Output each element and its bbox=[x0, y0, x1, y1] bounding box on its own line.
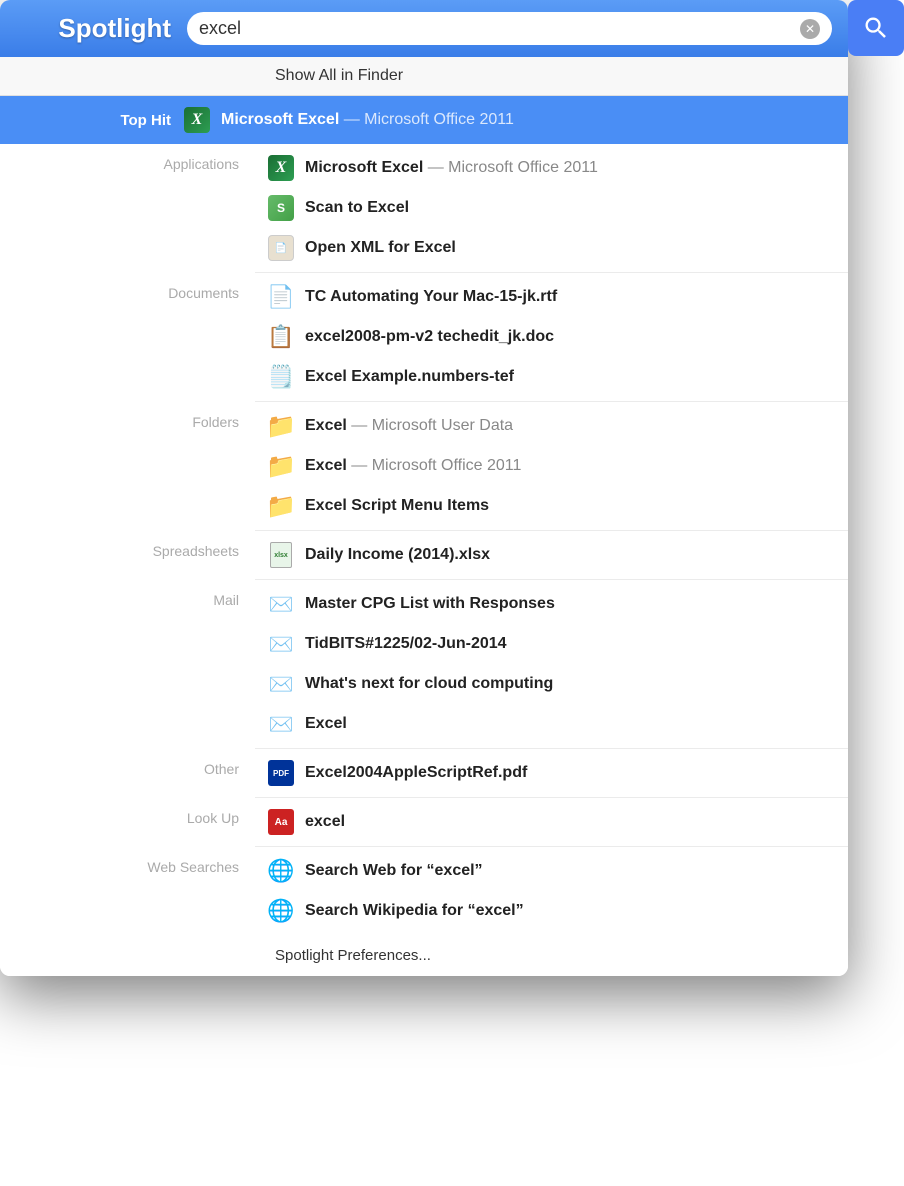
section-mail: Mail ✉️ Master CPG List with Responses ✉… bbox=[0, 580, 848, 749]
top-hit-row[interactable]: Top Hit X Microsoft Excel — Microsoft Of… bbox=[0, 96, 848, 144]
list-item[interactable]: 📁 Excel — Microsoft User Data bbox=[255, 406, 848, 446]
list-item[interactable]: Aa excel bbox=[255, 802, 848, 842]
xlsx-file-icon: xlsx bbox=[267, 541, 295, 569]
clear-button[interactable]: ✕ bbox=[800, 19, 820, 39]
results-area: Applications X Microsoft Excel — Microso… bbox=[0, 144, 848, 976]
folder-icon: 📁 bbox=[267, 412, 295, 440]
list-item[interactable]: S Scan to Excel bbox=[255, 188, 848, 228]
top-hit-text: Microsoft Excel — Microsoft Office 2011 bbox=[221, 111, 514, 129]
section-label-lookup: Look Up bbox=[0, 798, 255, 836]
result-text: Excel — Microsoft User Data bbox=[305, 417, 513, 435]
spotlight-header: Spotlight ✕ bbox=[0, 0, 848, 57]
list-item[interactable]: 🌐 Search Wikipedia for “excel” bbox=[255, 891, 848, 931]
web-globe-icon: 🌐 bbox=[267, 897, 295, 925]
list-item[interactable]: ✉️ Excel bbox=[255, 704, 848, 744]
scan-excel-icon: S bbox=[267, 194, 295, 222]
result-text: Excel — Microsoft Office 2011 bbox=[305, 457, 521, 475]
section-label-other: Other bbox=[0, 749, 255, 787]
list-item[interactable]: ✉️ TidBITS#1225/02-Jun-2014 bbox=[255, 624, 848, 664]
list-item[interactable]: ✉️ Master CPG List with Responses bbox=[255, 584, 848, 624]
result-text: Excel Example.numbers-tef bbox=[305, 368, 514, 386]
section-documents: Documents 📄 TC Automating Your Mac-15-jk… bbox=[0, 273, 848, 402]
section-spreadsheets: Spreadsheets xlsx Daily Income (2014).xl… bbox=[0, 531, 848, 580]
section-items-mail: ✉️ Master CPG List with Responses ✉️ Tid… bbox=[255, 580, 848, 749]
doc-file-icon: 📋 bbox=[267, 323, 295, 351]
result-text: Daily Income (2014).xlsx bbox=[305, 546, 490, 564]
list-item[interactable]: 📄 TC Automating Your Mac-15-jk.rtf bbox=[255, 277, 848, 317]
list-item[interactable]: 📋 excel2008-pm-v2 techedit_jk.doc bbox=[255, 317, 848, 357]
top-hit-icon: X bbox=[183, 106, 211, 134]
mail-icon: ✉️ bbox=[267, 710, 295, 738]
result-text: excel bbox=[305, 813, 345, 831]
list-item[interactable]: 📁 Excel — Microsoft Office 2011 bbox=[255, 446, 848, 486]
section-items-applications: X Microsoft Excel — Microsoft Office 201… bbox=[255, 144, 848, 273]
pdf-icon: PDF bbox=[267, 759, 295, 787]
result-text: Scan to Excel bbox=[305, 199, 409, 217]
open-xml-icon: 📄 bbox=[267, 234, 295, 262]
section-folders: Folders 📁 Excel — Microsoft User Data 📁 … bbox=[0, 402, 848, 531]
section-label-documents: Documents bbox=[0, 273, 255, 311]
list-item[interactable]: 🌐 Search Web for “excel” bbox=[255, 851, 848, 891]
folder-icon: 📁 bbox=[267, 452, 295, 480]
result-text: Excel Script Menu Items bbox=[305, 497, 489, 515]
result-text: Excel bbox=[305, 715, 347, 733]
section-items-folders: 📁 Excel — Microsoft User Data 📁 Excel — … bbox=[255, 402, 848, 531]
section-items-documents: 📄 TC Automating Your Mac-15-jk.rtf 📋 exc… bbox=[255, 273, 848, 402]
top-hit-content: X Microsoft Excel — Microsoft Office 201… bbox=[183, 106, 832, 134]
mail-icon: ✉️ bbox=[267, 590, 295, 618]
search-input[interactable] bbox=[199, 18, 792, 39]
list-item[interactable]: ✉️ What's next for cloud computing bbox=[255, 664, 848, 704]
section-items-web-searches: 🌐 Search Web for “excel” 🌐 Search Wikipe… bbox=[255, 847, 848, 935]
list-item[interactable]: 🗒️ Excel Example.numbers-tef bbox=[255, 357, 848, 397]
magnifying-glass-icon bbox=[862, 14, 890, 42]
section-lookup: Look Up Aa excel bbox=[0, 798, 848, 847]
mail-icon: ✉️ bbox=[267, 670, 295, 698]
section-other: Other PDF Excel2004AppleScriptRef.pdf bbox=[0, 749, 848, 798]
result-text: excel2008-pm-v2 techedit_jk.doc bbox=[305, 328, 554, 346]
section-label-folders: Folders bbox=[0, 402, 255, 440]
numbers-file-icon: 🗒️ bbox=[267, 363, 295, 391]
dictionary-icon: Aa bbox=[267, 808, 295, 836]
rtf-doc-icon: 📄 bbox=[267, 283, 295, 311]
result-text: Excel2004AppleScriptRef.pdf bbox=[305, 764, 527, 782]
list-item[interactable]: 📁 Excel Script Menu Items bbox=[255, 486, 848, 526]
section-items-spreadsheets: xlsx Daily Income (2014).xlsx bbox=[255, 531, 848, 580]
list-item[interactable]: 📄 Open XML for Excel bbox=[255, 228, 848, 268]
list-item[interactable]: X Microsoft Excel — Microsoft Office 201… bbox=[255, 148, 848, 188]
result-text: Open XML for Excel bbox=[305, 239, 456, 257]
result-text: What's next for cloud computing bbox=[305, 675, 553, 693]
web-globe-icon: 🌐 bbox=[267, 857, 295, 885]
spotlight-panel: Spotlight ✕ Show All in Finder Top Hit X… bbox=[0, 0, 848, 976]
excel-app-icon: X bbox=[267, 154, 295, 182]
section-web-searches: Web Searches 🌐 Search Web for “excel” 🌐 … bbox=[0, 847, 848, 935]
show-all-finder[interactable]: Show All in Finder bbox=[0, 57, 848, 96]
section-label-web-searches: Web Searches bbox=[0, 847, 255, 885]
list-item[interactable]: PDF Excel2004AppleScriptRef.pdf bbox=[255, 753, 848, 793]
result-text: TidBITS#1225/02-Jun-2014 bbox=[305, 635, 507, 653]
corner-search-icon bbox=[848, 0, 904, 56]
list-item[interactable]: xlsx Daily Income (2014).xlsx bbox=[255, 535, 848, 575]
section-items-other: PDF Excel2004AppleScriptRef.pdf bbox=[255, 749, 848, 798]
result-text: Microsoft Excel — Microsoft Office 2011 bbox=[305, 159, 598, 177]
section-label-applications: Applications bbox=[0, 144, 255, 182]
section-items-lookup: Aa excel bbox=[255, 798, 848, 847]
folder-icon: 📁 bbox=[267, 492, 295, 520]
result-text: Search Wikipedia for “excel” bbox=[305, 902, 524, 920]
mail-icon: ✉️ bbox=[267, 630, 295, 658]
section-applications: Applications X Microsoft Excel — Microso… bbox=[0, 144, 848, 273]
spotlight-title: Spotlight bbox=[16, 13, 171, 44]
result-text: Master CPG List with Responses bbox=[305, 595, 555, 613]
top-hit-label: Top Hit bbox=[16, 112, 171, 129]
search-input-wrapper: ✕ bbox=[187, 12, 832, 45]
result-text: Search Web for “excel” bbox=[305, 862, 483, 880]
spotlight-preferences[interactable]: Spotlight Preferences... bbox=[0, 935, 848, 976]
section-label-mail: Mail bbox=[0, 580, 255, 618]
result-text: TC Automating Your Mac-15-jk.rtf bbox=[305, 288, 557, 306]
section-label-spreadsheets: Spreadsheets bbox=[0, 531, 255, 569]
